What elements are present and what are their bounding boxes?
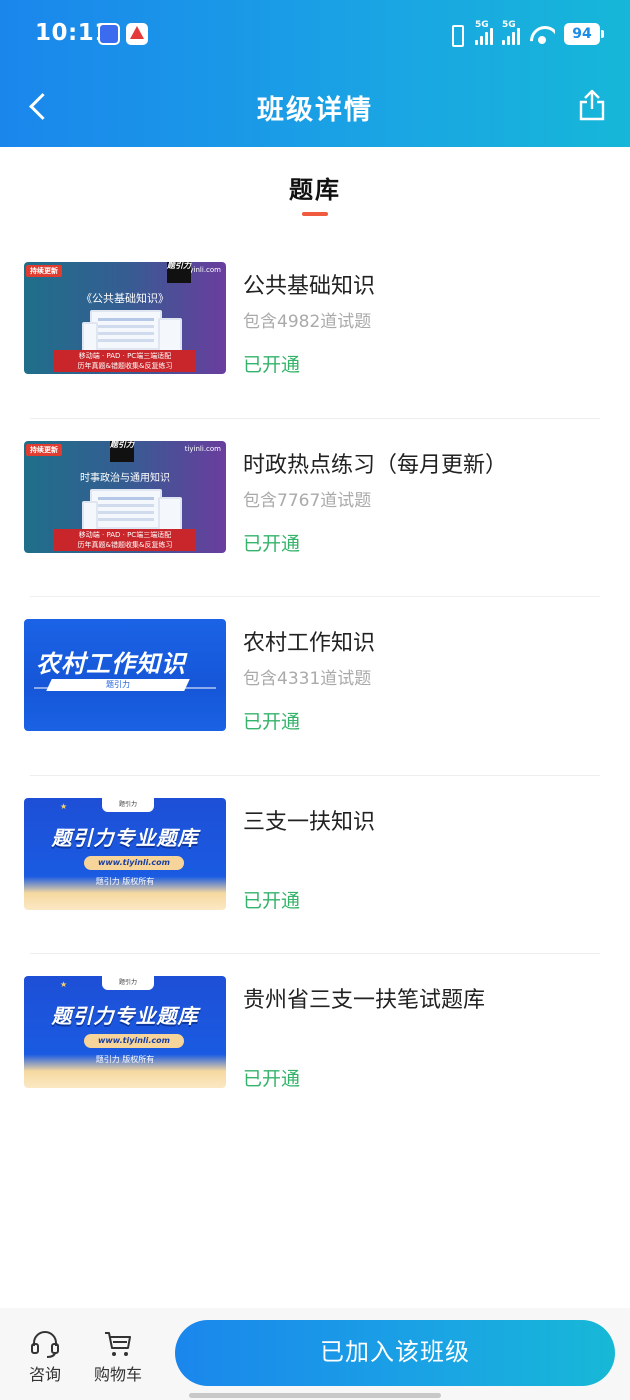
item-status: 已开通: [243, 354, 301, 376]
bottom-action-bar: 咨询 购物车 已加入该班级: [0, 1308, 630, 1400]
thumb-headline: 农村工作知识: [36, 650, 186, 678]
list-item[interactable]: 持续更新 tiyinli.com 题引力 《公共基础知识》 移动端 · PAD …: [0, 240, 630, 419]
home-indicator[interactable]: [189, 1393, 441, 1398]
tablet-graphic: [158, 318, 182, 352]
tab-question-bank[interactable]: 题库: [0, 170, 630, 216]
thumb-logo: 题引力: [167, 262, 191, 283]
cart-icon: [105, 1332, 131, 1356]
cart-label: 购物车: [93, 1365, 142, 1384]
thumb-bar-line2: 历年真题&错题收集&反复练习: [77, 362, 173, 370]
phone-graphic: [82, 322, 98, 352]
laptop-graphic: [90, 310, 162, 350]
list-item[interactable]: ★ 题引力 题引力专业题库 www.tiyinli.com 题引力 版权所有 贵…: [0, 954, 630, 1133]
app-notification-icon-2: [126, 23, 148, 45]
course-thumbnail: 农村工作知识 题引力: [24, 619, 226, 731]
item-status: 已开通: [243, 1068, 301, 1090]
tablet-graphic: [158, 496, 182, 531]
thumb-brand-tab: 题引力: [102, 797, 154, 812]
course-thumbnail: ★ 题引力 题引力专业题库 www.tiyinli.com 题引力 版权所有: [24, 797, 226, 910]
thumb-headline: 题引力专业题库: [51, 825, 199, 850]
star-icon: ★: [60, 980, 68, 989]
thumb-feature-bar: 移动端 · PAD · PC端三端适配 历年真题&错题收集&反复练习: [54, 350, 196, 372]
wifi-icon: [529, 24, 555, 44]
thumb-headline: 题引力专业题库: [51, 1004, 199, 1028]
thumb-bar-line1: 移动端 · PAD · PC端三端适配: [78, 530, 172, 539]
tab-label: 题库: [289, 176, 341, 204]
thumb-bar-line2: 历年真题&错题收集&反复练习: [77, 540, 173, 549]
item-title: 时政热点练习（每月更新）: [243, 452, 508, 478]
joined-class-button[interactable]: 已加入该班级: [175, 1320, 615, 1386]
thumb-feature-bar: 移动端 · PAD · PC端三端适配 历年真题&错题收集&反复练习: [54, 528, 196, 551]
star-icon: ★: [60, 801, 68, 811]
thumb-badge: 持续更新: [26, 265, 62, 277]
item-status: 已开通: [243, 889, 301, 912]
thumb-badge: 持续更新: [26, 443, 62, 456]
item-title: 农村工作知识: [243, 631, 376, 656]
item-question-count: 包含4331道试题: [243, 669, 372, 689]
item-title: 贵州省三支一扶笔试题库: [243, 988, 486, 1013]
laptop-graphic: [90, 488, 162, 529]
course-thumbnail: 持续更新 tiyinli.com 题引力 《公共基础知识》 移动端 · PAD …: [24, 262, 226, 374]
battery-icon: 94: [564, 23, 604, 45]
network-type-label: 5G: [475, 20, 489, 30]
thumb-brand-text: 题引力: [106, 680, 130, 689]
list-item[interactable]: ★ 题引力 题引力专业题库 www.tiyinli.com 题引力 版权所有 三…: [0, 776, 630, 954]
thumb-bar-line1: 移动端 · PAD · PC端三端适配: [78, 352, 172, 360]
thumb-logo: 题引力: [110, 440, 134, 462]
course-thumbnail: ★ 题引力 题引力专业题库 www.tiyinli.com 题引力 版权所有: [24, 976, 226, 1088]
phone-graphic: [82, 500, 98, 531]
item-title: 公共基础知识: [243, 274, 376, 299]
thumb-site: tiyinli.com: [184, 444, 221, 453]
headset-icon: [31, 1331, 59, 1358]
item-question-count: 包含4982道试题: [243, 312, 372, 332]
item-status: 已开通: [243, 711, 301, 733]
network-type-label-2: 5G: [502, 20, 516, 30]
signal-icon-2: 5G: [502, 20, 520, 45]
list-item[interactable]: 农村工作知识 题引力 农村工作知识 包含4331道试题 已开通: [0, 597, 630, 776]
header: 10:11 5G 5G 94 班级详情: [0, 0, 630, 147]
cart-button[interactable]: 购物车: [88, 1320, 148, 1385]
thumb-copyright: 题引力 版权所有: [95, 1055, 155, 1064]
consult-label: 咨询: [28, 1365, 61, 1384]
tab-active-indicator: [302, 212, 328, 216]
status-bar: 10:11 5G 5G 94: [0, 0, 630, 68]
list-item[interactable]: 持续更新 tiyinli.com 题引力 时事政治与通用知识 移动端 · PAD…: [0, 419, 630, 597]
status-indicators: 5G 5G 94: [446, 20, 604, 48]
thumb-brand-tab: 题引力: [102, 976, 154, 990]
item-status: 已开通: [243, 532, 301, 555]
nav-bar: 班级详情: [0, 68, 630, 147]
course-thumbnail: 持续更新 tiyinli.com 题引力 时事政治与通用知识 移动端 · PAD…: [24, 440, 226, 553]
thumb-url: www.tiyinli.com: [84, 1034, 184, 1048]
share-icon[interactable]: [578, 88, 606, 122]
thumb-brand-pill: 题引力: [46, 679, 190, 691]
item-question-count: 包含7767道试题: [243, 490, 372, 511]
signal-icon: 5G: [475, 20, 493, 45]
vibrate-icon: [446, 23, 466, 47]
app-notification-icon: [98, 23, 120, 45]
thumb-subtitle: 时事政治与通用知识: [80, 472, 170, 484]
question-bank-list: 持续更新 tiyinli.com 题引力 《公共基础知识》 移动端 · PAD …: [0, 240, 630, 1133]
page-title: 班级详情: [257, 95, 373, 126]
item-title: 三支一扶知识: [243, 809, 376, 835]
thumb-copyright: 题引力 版权所有: [95, 876, 155, 886]
thumb-subtitle: 《公共基础知识》: [81, 292, 169, 305]
thumb-url: www.tiyinli.com: [84, 855, 184, 870]
consult-button[interactable]: 咨询: [15, 1320, 75, 1385]
